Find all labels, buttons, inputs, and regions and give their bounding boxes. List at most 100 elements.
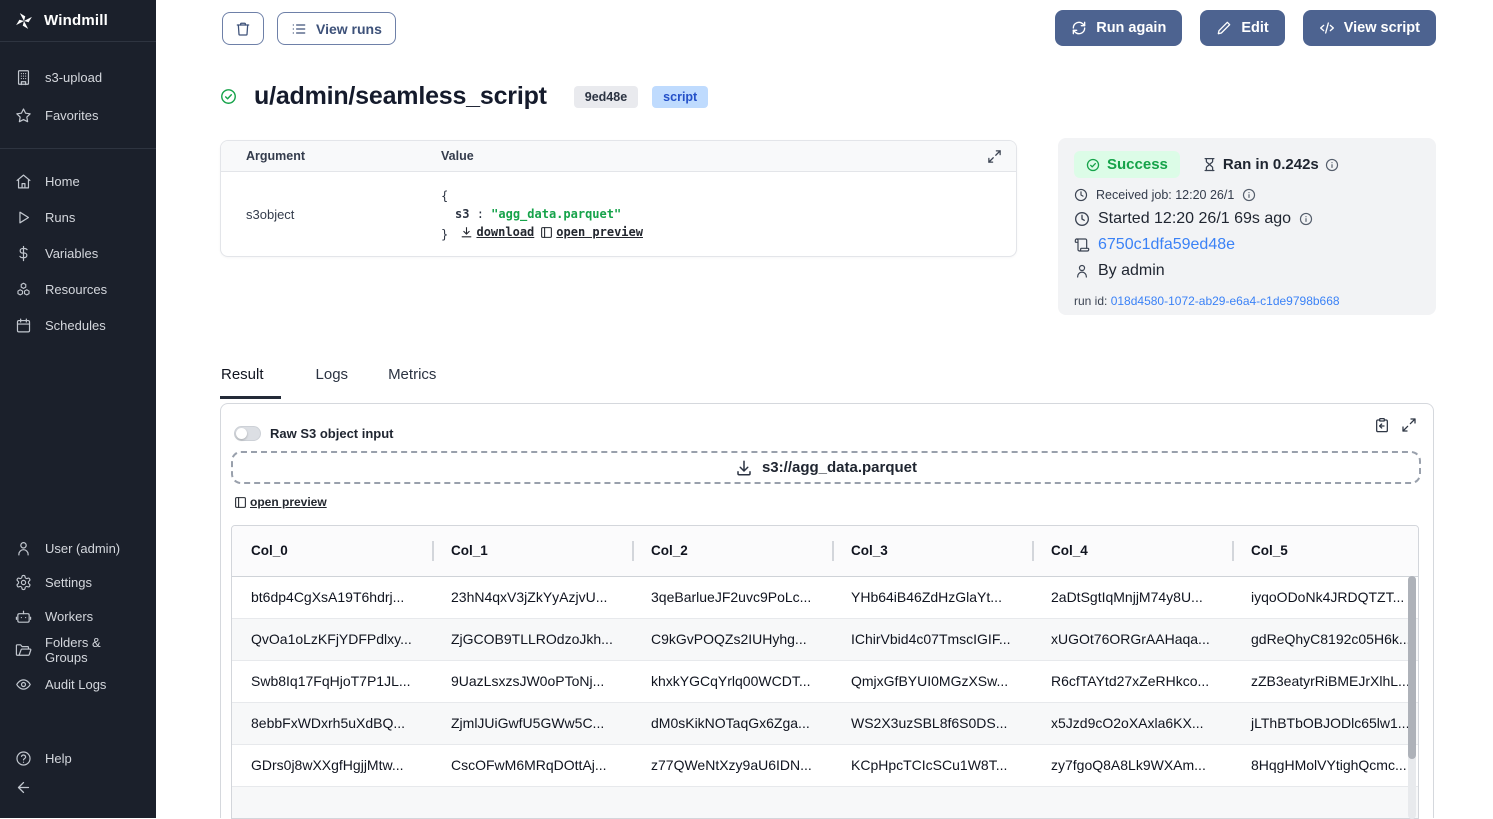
sidebar-item-workers[interactable]: Workers: [0, 599, 156, 633]
status-card: Success Ran in 0.242s Received job: 12:2…: [1058, 138, 1436, 315]
json-colon: :: [477, 207, 484, 221]
sidebar-item-help[interactable]: Help: [0, 741, 156, 775]
table-cell[interactable]: KCpHpcTCIcSCu1W8T...: [832, 744, 1032, 786]
open-preview-link[interactable]: open preview: [540, 223, 643, 241]
run-again-button[interactable]: Run again: [1055, 10, 1182, 46]
sidebar-item-variables[interactable]: Variables: [0, 235, 156, 271]
table-cell[interactable]: z77QWeNtXzy9aU6IDN...: [632, 744, 832, 786]
table-cell[interactable]: ZjmlJUiGwfU5GWw5C...: [432, 702, 632, 744]
column-header[interactable]: Col_0: [232, 526, 432, 576]
table-cell[interactable]: IChirVbid4c07TmscIGIF...: [832, 618, 1032, 660]
table-cell[interactable]: iyqoODoNk4JRDQTZT...: [1232, 576, 1419, 618]
edit-button[interactable]: Edit: [1200, 10, 1284, 46]
column-header[interactable]: Col_2: [632, 526, 832, 576]
sidebar-collapse[interactable]: [0, 775, 156, 812]
sidebar-item-runs[interactable]: Runs: [0, 199, 156, 235]
view-runs-button[interactable]: View runs: [277, 12, 396, 45]
table-cell[interactable]: GDrs0j8wXXgfHgjjMtw...: [232, 744, 432, 786]
sidebar-item-label: Folders & Groups: [45, 635, 141, 665]
table-cell[interactable]: khxkYGCqYrlq00WCDT...: [632, 660, 832, 702]
sidebar-item-label: Settings: [45, 575, 92, 590]
job-hash-link[interactable]: 6750c1dfa59ed48e: [1098, 236, 1235, 254]
info-icon[interactable]: [1325, 158, 1339, 172]
boxes-icon: [15, 281, 32, 298]
raw-s3-toggle[interactable]: [234, 426, 261, 441]
open-preview-label: open preview: [556, 223, 643, 241]
table-cell[interactable]: 9UazLsxzsJW0oPToNj...: [432, 660, 632, 702]
windmill-logo-icon: [14, 11, 34, 31]
info-icon[interactable]: [1299, 212, 1313, 226]
scrollbar-thumb[interactable]: [1408, 576, 1416, 759]
table-cell[interactable]: 23hN4qxV3jZkYyAzjvU...: [432, 576, 632, 618]
table-cell[interactable]: CscOFwM6MRqDOttAj...: [432, 744, 632, 786]
hourglass-icon: [1202, 157, 1217, 172]
view-script-button[interactable]: View script: [1303, 10, 1436, 46]
table-cell[interactable]: 8HqgHMolVYtighQcmc...: [1232, 744, 1419, 786]
table-cell[interactable]: R6cfTAYtd27xZeRHkco...: [1032, 660, 1232, 702]
clipboard-copy-icon[interactable]: [1374, 417, 1390, 433]
table-cell[interactable]: xUGOt76ORGrAAHaqa...: [1032, 618, 1232, 660]
sidebar-bottom-group: User (admin) Settings Workers Folders & …: [0, 531, 156, 818]
json-key[interactable]: s3: [455, 207, 469, 221]
tab-metrics[interactable]: Metrics: [371, 366, 453, 399]
table-cell[interactable]: WS2X3uzSBL8f6S0DS...: [832, 702, 1032, 744]
download-link[interactable]: download: [460, 223, 534, 241]
sidebar: Windmill s3-upload Favorites Home Runs: [0, 0, 156, 818]
sidebar-item-schedules[interactable]: Schedules: [0, 307, 156, 343]
sidebar-item-user[interactable]: User (admin): [0, 531, 156, 565]
table-scrollbar[interactable]: [1408, 576, 1416, 819]
table-cell[interactable]: 2aDtSgtIqMnjjM74y8U...: [1032, 576, 1232, 618]
table-cell[interactable]: QmjxGfBYUI0MGzXSw...: [832, 660, 1032, 702]
version-badge[interactable]: 9ed48e: [574, 86, 638, 108]
edit-label: Edit: [1241, 20, 1268, 36]
run-id-link[interactable]: 018d4580-1072-ab29-e6a4-c1de9798b668: [1111, 294, 1340, 308]
column-header[interactable]: Col_4: [1032, 526, 1232, 576]
column-header[interactable]: Col_5: [1232, 526, 1419, 576]
table-cell[interactable]: jLThBTbOBJODlc65lw1...: [1232, 702, 1419, 744]
sidebar-item-s3-upload[interactable]: s3-upload: [0, 58, 156, 96]
main-content: View runs Run again Edit View script u/a…: [156, 0, 1493, 818]
sidebar-item-resources[interactable]: Resources: [0, 271, 156, 307]
sidebar-item-favorites[interactable]: Favorites: [0, 96, 156, 134]
column-header[interactable]: Col_3: [832, 526, 1032, 576]
sidebar-item-audit-logs[interactable]: Audit Logs: [0, 667, 156, 701]
table-cell[interactable]: ZjGCOB9TLLROdzoJkh...: [432, 618, 632, 660]
bot-icon: [15, 608, 32, 625]
table-cell[interactable]: gdReQhyC8192c05H6k...: [1232, 618, 1419, 660]
by-user-row: By admin: [1074, 262, 1420, 280]
s3-file-download-area[interactable]: s3://agg_data.parquet: [231, 451, 1421, 484]
table-row: [232, 786, 1419, 819]
table-cell[interactable]: QvOa1oLzKFjYDFPdlxy...: [232, 618, 432, 660]
tab-logs[interactable]: Logs: [299, 366, 366, 399]
table-cell[interactable]: bt6dp4CgXsA19T6hdrj...: [232, 576, 432, 618]
building-icon: [15, 69, 32, 86]
kind-badge: script: [652, 86, 708, 108]
table-cell[interactable]: 3qeBarlueJF2uvc9PoLc...: [632, 576, 832, 618]
table-cell[interactable]: C9kGvPOQZs2IUHyhg...: [632, 618, 832, 660]
expand-arguments-button[interactable]: [987, 149, 1002, 164]
table-cell[interactable]: YHb64iB46ZdHzGlaYt...: [832, 576, 1032, 618]
brand[interactable]: Windmill: [0, 0, 156, 42]
table-cell[interactable]: x5Jzd9cO2oXAxla6KX...: [1032, 702, 1232, 744]
sidebar-item-folders-groups[interactable]: Folders & Groups: [0, 633, 156, 667]
table-cell[interactable]: dM0sKikNOTaqGx6Zga...: [632, 702, 832, 744]
check-circle-icon: [1086, 158, 1100, 172]
result-table-body: bt6dp4CgXsA19T6hdrj...23hN4qxV3jZkYyAzjv…: [232, 576, 1419, 819]
open-preview-link[interactable]: open preview: [234, 495, 327, 509]
column-header[interactable]: Col_1: [432, 526, 632, 576]
table-cell[interactable]: 8ebbFxWDxrh5uXdBQ...: [232, 702, 432, 744]
table-cell[interactable]: zZB3eatyrRiBMEJrXlhL...: [1232, 660, 1419, 702]
info-icon[interactable]: [1242, 188, 1256, 202]
home-icon: [15, 173, 32, 190]
table-row: bt6dp4CgXsA19T6hdrj...23hN4qxV3jZkYyAzjv…: [232, 576, 1419, 618]
sidebar-item-settings[interactable]: Settings: [0, 565, 156, 599]
tab-result[interactable]: Result: [220, 366, 281, 399]
s3-file-label: s3://agg_data.parquet: [762, 459, 917, 476]
table-cell: [1032, 786, 1232, 819]
expand-icon[interactable]: [1401, 417, 1417, 433]
delete-button[interactable]: [222, 12, 264, 45]
folder-icon: [15, 642, 32, 659]
table-cell[interactable]: Swb8Iq17FqHjoT7P1JL...: [232, 660, 432, 702]
sidebar-item-home[interactable]: Home: [0, 163, 156, 199]
table-cell[interactable]: zy7fgoQ8A8Lk9WXAm...: [1032, 744, 1232, 786]
